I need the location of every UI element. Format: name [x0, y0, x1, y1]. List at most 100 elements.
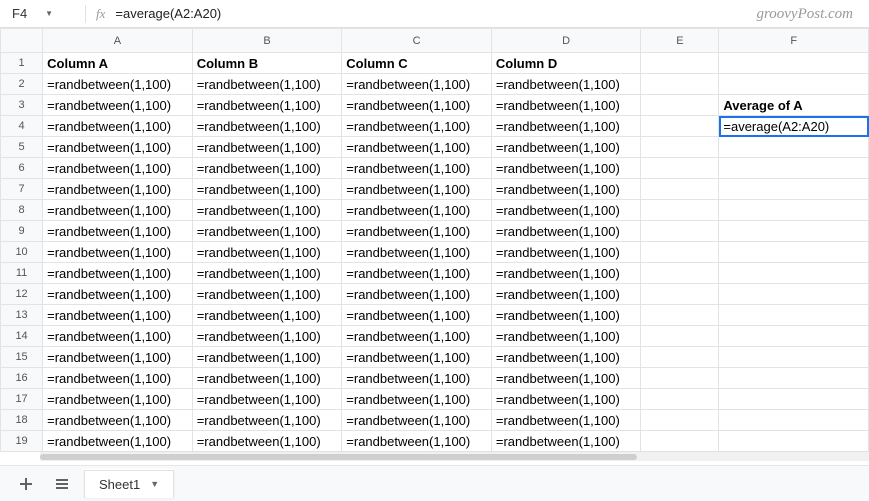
cell-B10[interactable]: =randbetween(1,100): [192, 242, 342, 263]
cell-C14[interactable]: =randbetween(1,100): [342, 326, 492, 347]
row-header-12[interactable]: 12: [1, 284, 43, 305]
cell-C19[interactable]: =randbetween(1,100): [342, 431, 492, 452]
cell-C2[interactable]: =randbetween(1,100): [342, 74, 492, 95]
row-header-17[interactable]: 17: [1, 389, 43, 410]
cell-C9[interactable]: =randbetween(1,100): [342, 221, 492, 242]
cell-A15[interactable]: =randbetween(1,100): [43, 347, 193, 368]
cell-F12[interactable]: [719, 284, 869, 305]
cell-B1[interactable]: Column B: [192, 53, 342, 74]
cell-F18[interactable]: [719, 410, 869, 431]
cell-E4[interactable]: [641, 116, 719, 137]
cell-D13[interactable]: =randbetween(1,100): [491, 305, 641, 326]
cell-E13[interactable]: [641, 305, 719, 326]
cell-A3[interactable]: =randbetween(1,100): [43, 95, 193, 116]
cell-D9[interactable]: =randbetween(1,100): [491, 221, 641, 242]
column-header-D[interactable]: D: [491, 29, 641, 53]
cell-C8[interactable]: =randbetween(1,100): [342, 200, 492, 221]
cell-F17[interactable]: [719, 389, 869, 410]
cell-D11[interactable]: =randbetween(1,100): [491, 263, 641, 284]
cell-C1[interactable]: Column C: [342, 53, 492, 74]
select-all-cell[interactable]: [1, 29, 43, 53]
cell-E16[interactable]: [641, 368, 719, 389]
cell-C5[interactable]: =randbetween(1,100): [342, 137, 492, 158]
cell-F19[interactable]: [719, 431, 869, 452]
column-header-B[interactable]: B: [192, 29, 342, 53]
cell-B19[interactable]: =randbetween(1,100): [192, 431, 342, 452]
cell-C12[interactable]: =randbetween(1,100): [342, 284, 492, 305]
cell-A7[interactable]: =randbetween(1,100): [43, 179, 193, 200]
column-header-F[interactable]: F: [719, 29, 869, 53]
cell-F15[interactable]: [719, 347, 869, 368]
horizontal-scrollbar[interactable]: [40, 451, 869, 461]
cell-C17[interactable]: =randbetween(1,100): [342, 389, 492, 410]
column-header-C[interactable]: C: [342, 29, 492, 53]
cell-C10[interactable]: =randbetween(1,100): [342, 242, 492, 263]
cell-A8[interactable]: =randbetween(1,100): [43, 200, 193, 221]
cell-E6[interactable]: [641, 158, 719, 179]
cell-B8[interactable]: =randbetween(1,100): [192, 200, 342, 221]
cell-F14[interactable]: [719, 326, 869, 347]
cell-A14[interactable]: =randbetween(1,100): [43, 326, 193, 347]
scrollbar-thumb[interactable]: [40, 454, 637, 460]
cell-B3[interactable]: =randbetween(1,100): [192, 95, 342, 116]
row-header-1[interactable]: 1: [1, 53, 43, 74]
cell-F1[interactable]: [719, 53, 869, 74]
cell-F11[interactable]: [719, 263, 869, 284]
cell-F4[interactable]: =average(A2:A20): [719, 116, 869, 137]
row-header-3[interactable]: 3: [1, 95, 43, 116]
row-header-16[interactable]: 16: [1, 368, 43, 389]
cell-E7[interactable]: [641, 179, 719, 200]
cell-B6[interactable]: =randbetween(1,100): [192, 158, 342, 179]
cell-E9[interactable]: [641, 221, 719, 242]
cell-E19[interactable]: [641, 431, 719, 452]
spreadsheet-grid[interactable]: ABCDEF1Column AColumn BColumn CColumn D2…: [0, 28, 869, 461]
cell-D14[interactable]: =randbetween(1,100): [491, 326, 641, 347]
cell-B18[interactable]: =randbetween(1,100): [192, 410, 342, 431]
row-header-15[interactable]: 15: [1, 347, 43, 368]
cell-F9[interactable]: [719, 221, 869, 242]
cell-B4[interactable]: =randbetween(1,100): [192, 116, 342, 137]
cell-A13[interactable]: =randbetween(1,100): [43, 305, 193, 326]
column-header-A[interactable]: A: [43, 29, 193, 53]
cell-D4[interactable]: =randbetween(1,100): [491, 116, 641, 137]
cell-F13[interactable]: [719, 305, 869, 326]
row-header-18[interactable]: 18: [1, 410, 43, 431]
cell-E1[interactable]: [641, 53, 719, 74]
cell-A11[interactable]: =randbetween(1,100): [43, 263, 193, 284]
cell-D17[interactable]: =randbetween(1,100): [491, 389, 641, 410]
cell-D5[interactable]: =randbetween(1,100): [491, 137, 641, 158]
cell-A10[interactable]: =randbetween(1,100): [43, 242, 193, 263]
cell-E18[interactable]: [641, 410, 719, 431]
cell-C13[interactable]: =randbetween(1,100): [342, 305, 492, 326]
cell-F2[interactable]: [719, 74, 869, 95]
cell-F16[interactable]: [719, 368, 869, 389]
cell-E12[interactable]: [641, 284, 719, 305]
cell-C11[interactable]: =randbetween(1,100): [342, 263, 492, 284]
cell-C15[interactable]: =randbetween(1,100): [342, 347, 492, 368]
name-box[interactable]: F4 ▼: [0, 6, 75, 21]
cell-D8[interactable]: =randbetween(1,100): [491, 200, 641, 221]
cell-F5[interactable]: [719, 137, 869, 158]
cell-A18[interactable]: =randbetween(1,100): [43, 410, 193, 431]
cell-E5[interactable]: [641, 137, 719, 158]
row-header-6[interactable]: 6: [1, 158, 43, 179]
add-sheet-button[interactable]: [12, 470, 40, 498]
cell-E11[interactable]: [641, 263, 719, 284]
cell-D1[interactable]: Column D: [491, 53, 641, 74]
cell-E2[interactable]: [641, 74, 719, 95]
cell-A16[interactable]: =randbetween(1,100): [43, 368, 193, 389]
cell-C4[interactable]: =randbetween(1,100): [342, 116, 492, 137]
row-header-5[interactable]: 5: [1, 137, 43, 158]
row-header-19[interactable]: 19: [1, 431, 43, 452]
cell-B7[interactable]: =randbetween(1,100): [192, 179, 342, 200]
cell-F8[interactable]: [719, 200, 869, 221]
cell-A9[interactable]: =randbetween(1,100): [43, 221, 193, 242]
cell-B15[interactable]: =randbetween(1,100): [192, 347, 342, 368]
row-header-8[interactable]: 8: [1, 200, 43, 221]
cell-A4[interactable]: =randbetween(1,100): [43, 116, 193, 137]
row-header-10[interactable]: 10: [1, 242, 43, 263]
cell-D6[interactable]: =randbetween(1,100): [491, 158, 641, 179]
column-header-E[interactable]: E: [641, 29, 719, 53]
chevron-down-icon[interactable]: ▼: [45, 9, 53, 18]
cell-D3[interactable]: =randbetween(1,100): [491, 95, 641, 116]
